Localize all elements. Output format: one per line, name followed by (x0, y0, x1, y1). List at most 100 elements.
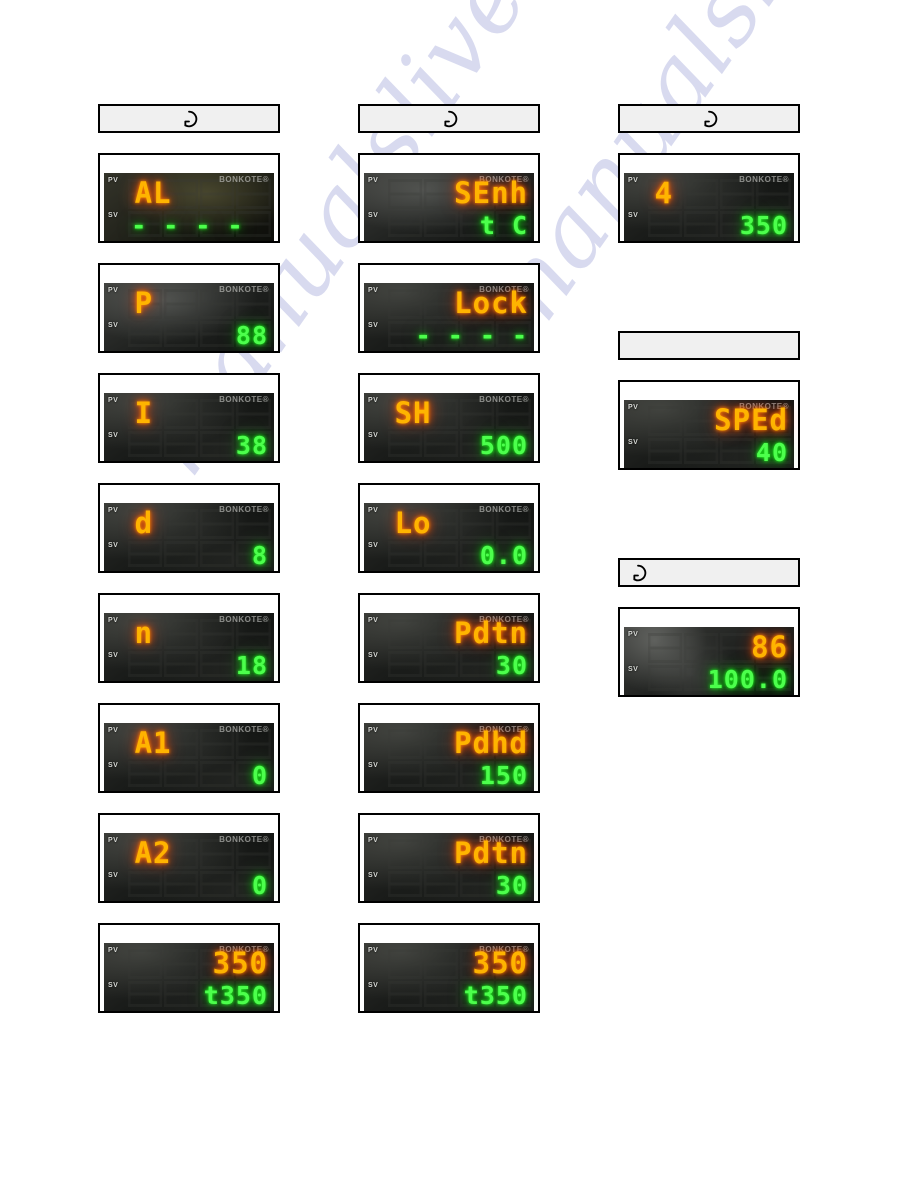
brand-label: BONKOTE® (219, 725, 269, 734)
pv-value: A1 (134, 725, 172, 760)
led-display: BONKOTE® PV SV AL - - - - (100, 173, 278, 241)
sv-value: t350 (463, 980, 528, 1010)
controller-panel: BONKOTE® PV SV SPEd 40 (618, 380, 800, 470)
section-header-c3-a (618, 104, 800, 133)
led-display: BONKOTE® PV SV d 8 (100, 503, 278, 571)
sv-tag: SV (368, 762, 379, 769)
pv-value: Lo (394, 505, 432, 540)
manual-page: BONKOTE® PV SV AL - - - - BONKOTE® PV SV (0, 0, 918, 1188)
pv-value: Pdtn (454, 615, 528, 650)
led-display: PV SV 86 100.0 (620, 627, 798, 695)
sv-tag: SV (108, 432, 119, 439)
panel-caption (100, 595, 278, 613)
panel-caption (100, 925, 278, 943)
brand-label: BONKOTE® (219, 615, 269, 624)
controller-panel: BONKOTE® PV SV Pdhd 150 (358, 703, 540, 793)
pv-tag: PV (368, 837, 379, 844)
pv-value: A2 (134, 835, 172, 870)
sv-value: 0.0 (479, 540, 528, 570)
pv-tag: PV (368, 947, 379, 954)
brand-label: BONKOTE® (219, 175, 269, 184)
pv-tag: PV (108, 727, 119, 734)
circular-arrow-icon (184, 110, 198, 127)
panel-caption (360, 265, 538, 283)
pv-value: Pdhd (454, 725, 528, 760)
controller-panel: BONKOTE® PV SV SEnh t C (358, 153, 540, 243)
panel-caption (360, 595, 538, 613)
pv-value: P (134, 285, 154, 320)
brand-label: BONKOTE® (219, 395, 269, 404)
sv-tag: SV (628, 439, 639, 446)
sv-value: t350 (203, 980, 268, 1010)
sv-tag: SV (368, 212, 379, 219)
pv-value: n (134, 615, 154, 650)
controller-panel: BONKOTE® PV SV Pdtn 30 (358, 593, 540, 683)
led-display: BONKOTE® PV SV SH 500 (360, 393, 538, 461)
sv-value: 30 (495, 650, 528, 680)
circular-arrow-icon (444, 110, 458, 127)
sv-tag: SV (108, 212, 119, 219)
pv-value: d (134, 505, 154, 540)
controller-panel: BONKOTE® PV SV d 8 (98, 483, 280, 573)
controller-panel: BONKOTE® PV SV 4 350 (618, 153, 800, 243)
panel-caption (360, 155, 538, 173)
section-header-c1 (98, 104, 280, 133)
led-display: BONKOTE® PV SV Pdhd 150 (360, 723, 538, 791)
pv-tag: PV (628, 631, 639, 638)
column-2: BONKOTE® PV SV SEnh t C BONKOTE® PV SV L (358, 104, 540, 1013)
pv-value: 350 (212, 945, 268, 980)
led-display: BONKOTE® PV SV P 88 (100, 283, 278, 351)
sv-value: 18 (235, 650, 268, 680)
pv-tag: PV (368, 397, 379, 404)
sv-tag: SV (368, 982, 379, 989)
panel-caption (620, 609, 798, 627)
panel-caption (360, 485, 538, 503)
sv-value: - - - - (131, 210, 244, 240)
brand-label: BONKOTE® (219, 285, 269, 294)
led-display: BONKOTE® PV SV Pdtn 30 (360, 613, 538, 681)
sv-value: t C (479, 210, 528, 240)
column-1: BONKOTE® PV SV AL - - - - BONKOTE® PV SV (98, 104, 280, 1013)
panel-caption (360, 815, 538, 833)
brand-label: BONKOTE® (219, 835, 269, 844)
sv-tag: SV (108, 652, 119, 659)
pv-value: SH (394, 395, 432, 430)
sv-tag: SV (368, 872, 379, 879)
panel-caption (360, 925, 538, 943)
panel-caption (100, 265, 278, 283)
sv-value: 88 (235, 320, 268, 350)
led-display: BONKOTE® PV SV 350 t350 (100, 943, 278, 1011)
sv-value: 500 (479, 430, 528, 460)
sv-tag: SV (108, 982, 119, 989)
brand-label: BONKOTE® (219, 505, 269, 514)
sv-tag: SV (628, 212, 639, 219)
sv-value: 0 (251, 760, 268, 790)
circular-arrow-icon (633, 564, 647, 581)
sv-value: 100.0 (707, 664, 788, 694)
controller-panel: BONKOTE® PV SV 350 t350 (98, 923, 280, 1013)
pv-tag: PV (108, 507, 119, 514)
sv-tag: SV (108, 762, 119, 769)
sv-value: 38 (235, 430, 268, 460)
sv-tag: SV (628, 666, 639, 673)
controller-panel: BONKOTE® PV SV A1 0 (98, 703, 280, 793)
led-display: BONKOTE® PV SV A2 0 (100, 833, 278, 901)
sv-tag: SV (368, 322, 379, 329)
led-display: BONKOTE® PV SV Lo 0.0 (360, 503, 538, 571)
led-display: BONKOTE® PV SV n 18 (100, 613, 278, 681)
pv-tag: PV (108, 287, 119, 294)
pv-tag: PV (108, 177, 119, 184)
led-display: BONKOTE® PV SV SEnh t C (360, 173, 538, 241)
sv-value: - - - - (415, 320, 528, 350)
controller-panel: BONKOTE® PV SV 350 t350 (358, 923, 540, 1013)
pv-value: I (134, 395, 154, 430)
pv-tag: PV (108, 617, 119, 624)
sv-tag: SV (368, 652, 379, 659)
controller-panel: BONKOTE® PV SV AL - - - - (98, 153, 280, 243)
controller-panel: BONKOTE® PV SV A2 0 (98, 813, 280, 903)
pv-value: Pdtn (454, 835, 528, 870)
sv-value: 350 (739, 210, 788, 240)
led-display: BONKOTE® PV SV A1 0 (100, 723, 278, 791)
pv-value: 4 (654, 175, 674, 210)
pv-tag: PV (628, 177, 639, 184)
